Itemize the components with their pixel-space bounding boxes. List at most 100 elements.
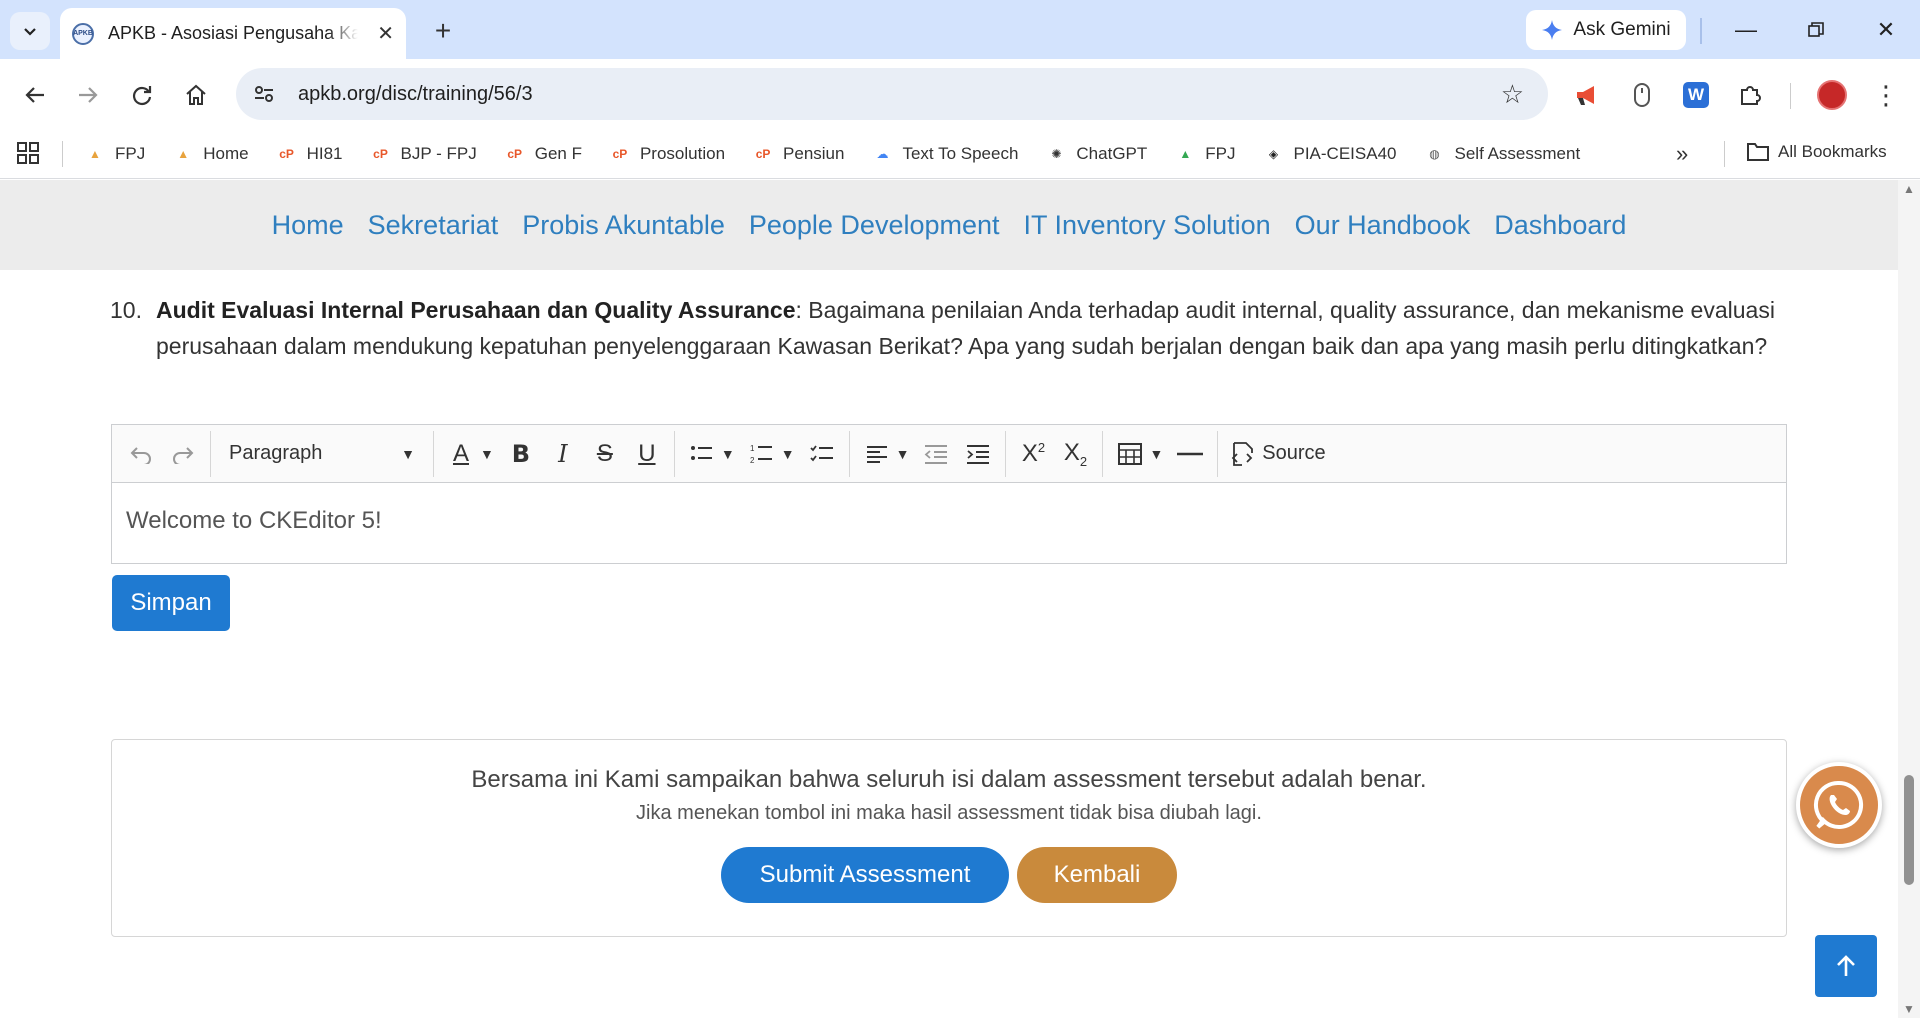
kembali-button[interactable]: Kembali <box>1017 847 1177 903</box>
todo-list-button[interactable] <box>801 433 843 475</box>
bookmark-item[interactable]: cP BJP - FPJ <box>369 144 477 164</box>
word-extension-icon[interactable]: W <box>1676 75 1716 115</box>
chevron-down-icon[interactable]: ▼ <box>480 446 494 462</box>
simpan-button[interactable]: Simpan <box>112 575 230 631</box>
heading-dropdown[interactable]: Paragraph ▼ <box>217 433 427 475</box>
bookmark-item[interactable]: ◍ Self Assessment <box>1423 144 1580 164</box>
divider <box>1005 430 1007 477</box>
chevron-down-icon[interactable]: ▼ <box>896 446 910 462</box>
close-window-button[interactable]: ✕ <box>1866 12 1906 48</box>
browser-tab-active[interactable]: APKB APKB - Asosiasi Pengusaha Kawasan B… <box>60 8 406 59</box>
url-text[interactable]: apkb.org/disc/training/56/3 <box>298 83 533 106</box>
bookmark-item[interactable]: cP Gen F <box>503 144 582 164</box>
tune-icon <box>255 86 273 102</box>
profile-avatar[interactable] <box>1812 75 1852 115</box>
word-icon: W <box>1683 82 1709 108</box>
divider <box>210 430 211 477</box>
apps-grid-icon[interactable] <box>16 141 42 167</box>
page-scrollbar[interactable]: ▲ ▼ <box>1898 180 1920 1018</box>
bookmark-label: Text To Speech <box>902 143 1019 163</box>
all-bookmarks-label: All Bookmarks <box>1778 142 1887 161</box>
site-info-button[interactable] <box>242 72 286 116</box>
nav-link-sekretariat[interactable]: Sekretariat <box>368 210 499 241</box>
nav-link-dashboard[interactable]: Dashboard <box>1494 210 1626 241</box>
all-bookmarks-button[interactable]: All Bookmarks <box>1746 142 1887 162</box>
bold-button[interactable]: B <box>500 433 542 475</box>
bookmark-item[interactable]: cP Prosolution <box>608 144 725 164</box>
font-color-button[interactable]: A <box>440 433 482 475</box>
bookmark-item[interactable]: ▲ Home <box>171 144 248 164</box>
nav-link-it-inventory-solution[interactable]: IT Inventory Solution <box>1024 210 1271 241</box>
undo-button[interactable] <box>120 433 162 475</box>
bookmark-item[interactable]: ◈ PIA-CEISA40 <box>1262 144 1397 164</box>
redo-button[interactable] <box>162 433 204 475</box>
chevron-down-icon[interactable]: ▼ <box>781 446 795 462</box>
scroll-down-arrow-icon[interactable]: ▼ <box>1903 1002 1915 1016</box>
browser-tab-strip: APKB APKB - Asosiasi Pengusaha Kawasan B… <box>0 0 1920 59</box>
chevron-down-icon[interactable]: ▼ <box>1149 446 1163 462</box>
address-bar[interactable]: apkb.org/disc/training/56/3 ☆ <box>236 68 1548 120</box>
whatsapp-chat-button[interactable] <box>1796 762 1882 848</box>
divider <box>673 430 675 477</box>
outdent-button[interactable] <box>915 433 957 475</box>
extensions-puzzle-icon[interactable] <box>1730 75 1770 115</box>
outdent-icon <box>925 444 948 464</box>
bookmark-item[interactable]: ▲ FPJ <box>1173 144 1235 164</box>
forward-button[interactable] <box>68 75 108 115</box>
mouse-extension-icon[interactable] <box>1622 75 1662 115</box>
scroll-up-arrow-icon[interactable]: ▲ <box>1903 182 1915 196</box>
underline-button[interactable]: U <box>626 433 668 475</box>
bookmark-item[interactable]: ✺ ChatGPT <box>1044 144 1147 164</box>
chevron-down-icon[interactable]: ▼ <box>721 446 735 462</box>
bookmark-item[interactable]: ▲ FPJ <box>83 144 145 164</box>
alignment-button[interactable] <box>856 433 898 475</box>
nav-link-our-handbook[interactable]: Our Handbook <box>1295 210 1471 241</box>
indent-button[interactable] <box>957 433 999 475</box>
editor-toolbar: Paragraph ▼ A ▼ B I S U ▼ 12 ▼ ▼ X2 X2 ▼… <box>112 425 1786 483</box>
bookmark-item[interactable]: cP Pensiun <box>751 143 845 164</box>
source-button[interactable]: Source <box>1224 433 1331 475</box>
drive-icon: ▲ <box>1179 146 1192 161</box>
arrow-left-icon <box>25 87 44 103</box>
tab-search-button[interactable] <box>10 12 50 50</box>
nav-link-probis-akuntable[interactable]: Probis Akuntable <box>522 210 725 241</box>
restore-icon <box>1808 22 1824 37</box>
confirmation-statement: Bersama ini Kami sampaikan bahwa seluruh… <box>471 766 1427 793</box>
back-button[interactable] <box>15 75 55 115</box>
question-title: Audit Evaluasi Internal Perusahaan dan Q… <box>156 297 796 323</box>
back-to-top-button[interactable] <box>1815 935 1877 997</box>
bookmark-label: PIA-CEISA40 <box>1293 143 1397 163</box>
nav-link-people-development[interactable]: People Development <box>749 210 1000 241</box>
ask-gemini-button[interactable]: Ask Gemini <box>1526 10 1686 50</box>
megaphone-extension-icon[interactable] <box>1568 75 1608 115</box>
numbered-list-button[interactable]: 12 <box>741 433 783 475</box>
cp-logo-icon: cP <box>755 146 771 161</box>
more-bookmarks-chevron-icon[interactable]: » <box>1676 141 1688 167</box>
close-tab-icon[interactable]: ✕ <box>377 21 394 46</box>
insert-table-button[interactable] <box>1109 433 1151 475</box>
superscript-button[interactable]: X2 <box>1012 433 1054 475</box>
reload-button[interactable] <box>122 75 162 115</box>
nav-link-home[interactable]: Home <box>272 210 344 241</box>
bookmark-item[interactable]: cP HI81 <box>275 144 342 164</box>
new-tab-button[interactable]: + <box>424 12 462 50</box>
restore-window-button[interactable] <box>1796 12 1836 48</box>
assessment-question: 10. Audit Evaluasi Internal Perusahaan d… <box>110 292 1790 364</box>
strikethrough-button[interactable]: S <box>584 433 626 475</box>
bookmark-label: Pensiun <box>783 143 845 163</box>
apkb-favicon-icon: APKB <box>72 22 94 45</box>
divider <box>62 140 63 167</box>
horizontal-line-button[interactable] <box>1169 433 1211 475</box>
scrollbar-thumb[interactable] <box>1904 775 1914 885</box>
bookmark-item[interactable]: ☁ Text To Speech <box>870 144 1018 164</box>
home-button[interactable] <box>176 75 216 115</box>
editor-content-area[interactable]: Welcome to CKEditor 5! <box>112 483 1786 559</box>
bulleted-list-button[interactable] <box>681 433 723 475</box>
minimize-window-button[interactable]: — <box>1726 12 1766 48</box>
italic-button[interactable]: I <box>542 433 584 475</box>
chrome-menu-icon[interactable]: ⋮ <box>1866 75 1906 115</box>
submit-assessment-button[interactable]: Submit Assessment <box>721 847 1009 903</box>
bookmark-label: Home <box>203 143 249 163</box>
subscript-button[interactable]: X2 <box>1054 433 1096 475</box>
bookmark-star-icon[interactable]: ☆ <box>1501 79 1524 110</box>
